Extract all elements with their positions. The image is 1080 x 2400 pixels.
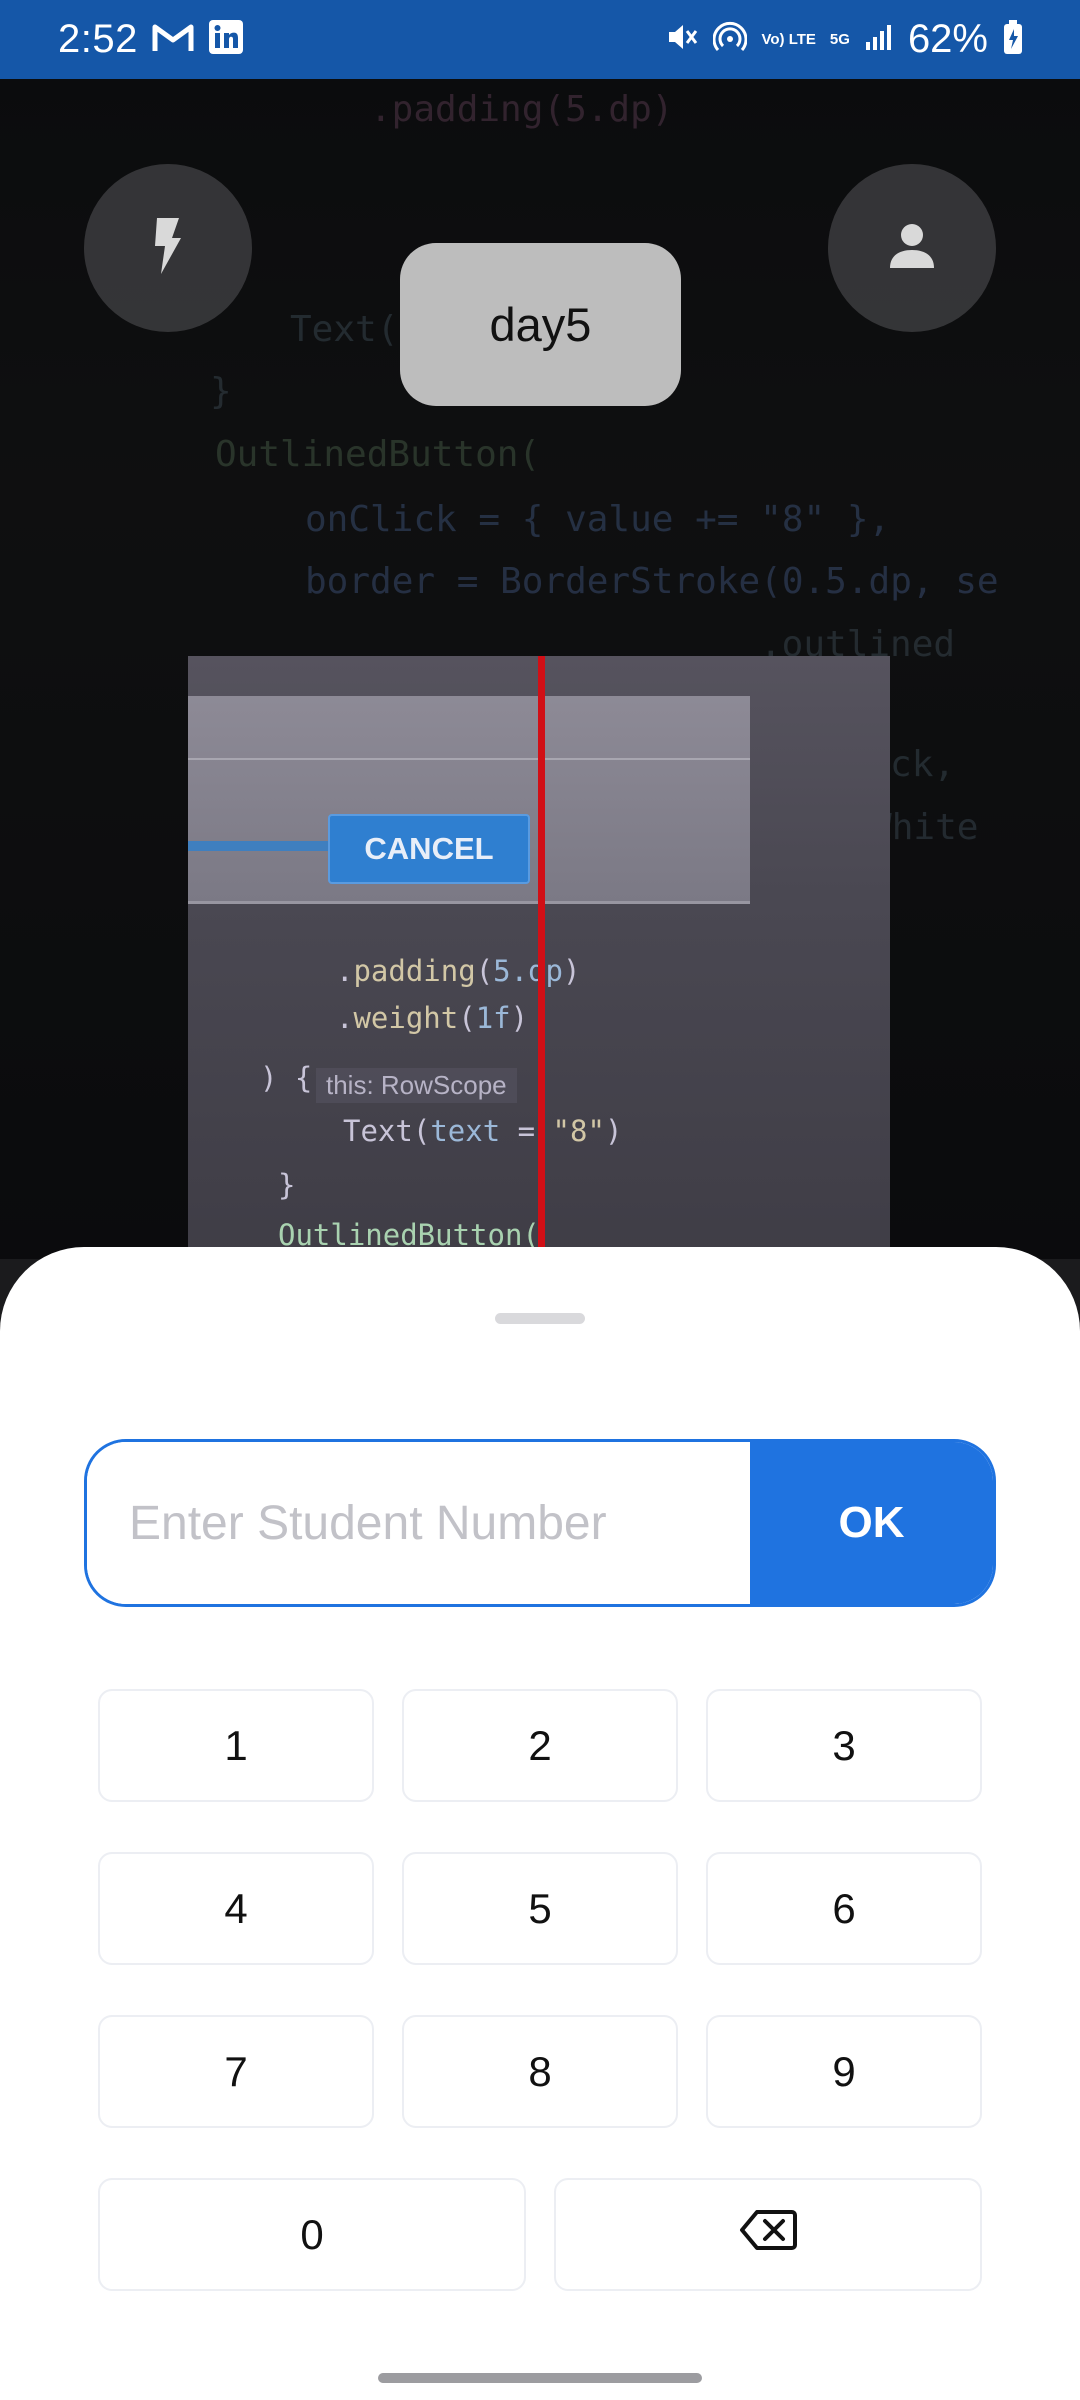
status-bar-right: Vo) LTE 5G 62% [665, 17, 1024, 62]
key-8[interactable]: 8 [402, 2015, 678, 2128]
key-2[interactable]: 2 [402, 1689, 678, 1802]
captured-hint: this: RowScope [316, 1068, 517, 1103]
event-selector-button[interactable]: day5 [400, 243, 681, 406]
home-indicator[interactable] [378, 2373, 702, 2383]
key-7[interactable]: 7 [98, 2015, 374, 2128]
student-number-group: OK [84, 1439, 996, 1607]
status-time: 2:52 [58, 17, 138, 61]
key-1[interactable]: 1 [98, 1689, 374, 1802]
key-9[interactable]: 9 [706, 2015, 982, 2128]
gmail-icon [152, 21, 194, 58]
camera-preview: .padding(5.dp) Text(text = "7") } Outlin… [0, 79, 1080, 1259]
battery-charging-icon [1002, 19, 1024, 60]
key-3[interactable]: 3 [706, 1689, 982, 1802]
flash-toggle-button[interactable] [84, 164, 252, 332]
signal-icon [864, 22, 894, 57]
linkedin-icon [208, 19, 244, 60]
student-entry-sheet: OK 1 2 3 4 5 6 7 8 9 0 [0, 1247, 1080, 2400]
key-5[interactable]: 5 [402, 1852, 678, 1965]
key-4[interactable]: 4 [98, 1852, 374, 1965]
battery-percent: 62% [907, 17, 988, 61]
volte-indicator: Vo) LTE [761, 31, 816, 48]
scan-window: CANCEL .padding(5.dp) .weight(1f) ) { th… [188, 656, 890, 1259]
backspace-icon [739, 2209, 797, 2261]
key-0[interactable]: 0 [98, 2178, 526, 2291]
flash-icon [145, 216, 191, 281]
ok-button[interactable]: OK [750, 1442, 993, 1604]
student-number-input[interactable] [87, 1442, 750, 1604]
account-button[interactable] [828, 164, 996, 332]
person-icon [886, 220, 938, 277]
status-bar-left: 2:52 [58, 17, 244, 62]
hotspot-icon [713, 20, 748, 59]
mute-icon [665, 20, 699, 59]
scan-line [538, 656, 545, 1259]
network-5g-indicator: 5G [829, 31, 850, 48]
backspace-button[interactable] [554, 2178, 982, 2291]
key-6[interactable]: 6 [706, 1852, 982, 1965]
status-bar: 2:52 Vo) LTE 5G 62% [0, 0, 1080, 79]
sheet-drag-handle[interactable] [495, 1313, 585, 1324]
